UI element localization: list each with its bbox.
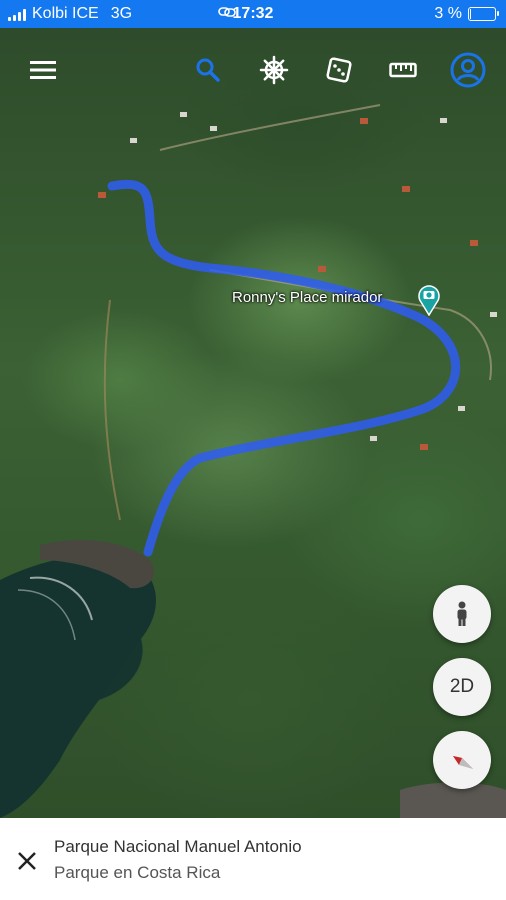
ruler-icon[interactable] (385, 52, 421, 88)
place-label[interactable]: Ronny's Place mirador (232, 289, 382, 306)
compass-button[interactable] (433, 731, 491, 789)
clock: 17:32 (232, 5, 274, 22)
place-title: Parque Nacional Manuel Antonio (54, 837, 302, 856)
view-toggle-label: 2D (449, 676, 475, 697)
account-circle-icon[interactable] (450, 52, 486, 88)
building (130, 138, 137, 143)
hamburger-menu-icon[interactable] (25, 52, 61, 88)
dice-icon[interactable] (321, 52, 357, 88)
building (470, 240, 478, 246)
status-bar: Kolbi ICE 3G 17:32 3 % (0, 0, 506, 28)
building (98, 192, 106, 198)
compass-icon (453, 756, 473, 769)
terrain-overlay (0, 104, 506, 818)
building (402, 186, 410, 192)
route-path (107, 179, 461, 557)
camera-pin-icon[interactable] (418, 284, 440, 321)
building (360, 118, 368, 124)
building (440, 118, 447, 123)
battery-percent: 3 % (434, 5, 462, 22)
search-icon[interactable] (190, 52, 226, 88)
place-subtitle: Parque en Costa Rica (54, 863, 221, 882)
pegman-button[interactable] (433, 585, 491, 643)
pegman-icon (457, 601, 467, 626)
view-toggle-button[interactable]: 2D (433, 658, 491, 716)
close-icon[interactable] (14, 848, 40, 874)
building (458, 406, 465, 411)
building (370, 436, 377, 441)
ship-wheel-icon[interactable] (256, 52, 292, 88)
building (318, 266, 326, 272)
battery-icon (468, 7, 499, 21)
place-info-sheet[interactable]: Parque Nacional Manuel Antonio Parque en… (0, 818, 506, 900)
building (210, 126, 217, 131)
building (420, 444, 428, 450)
building (180, 112, 187, 117)
building (490, 312, 497, 317)
satellite-map[interactable]: Ronny's Place mirador (0, 0, 506, 818)
